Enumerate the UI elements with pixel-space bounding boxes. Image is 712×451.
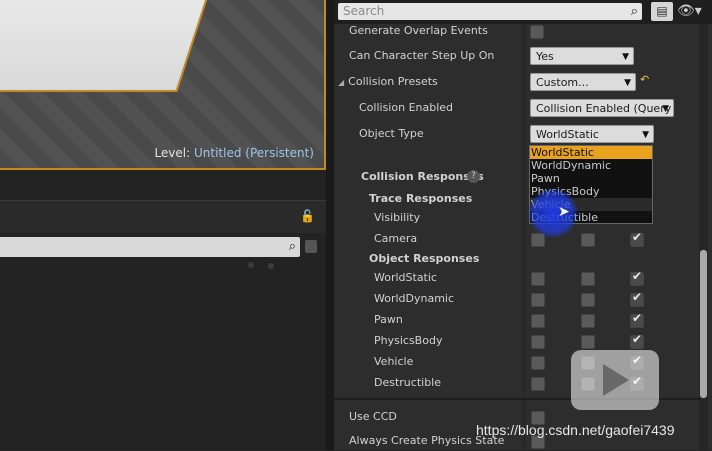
level-label: Level: [154, 146, 191, 160]
collision-presets-label: Collision Presets [348, 75, 438, 88]
physicsbody-block-checkbox[interactable] [630, 332, 644, 349]
video-play-icon [571, 350, 659, 410]
prop-pawn: Pawn [374, 313, 403, 326]
panel-tab-strip: 🔓 [0, 201, 326, 233]
camera-block-checkbox[interactable] [630, 230, 644, 247]
level-name: Untitled (Persistent) [193, 146, 314, 160]
vehicle-ignore-checkbox[interactable] [531, 356, 545, 370]
level-viewport[interactable]: Level: Untitled (Persistent) [0, 0, 326, 170]
worlddynamic-ignore-checkbox[interactable] [531, 293, 545, 307]
option-worlddynamic[interactable]: WorldDynamic [530, 159, 652, 172]
option-pawn[interactable]: Pawn [530, 172, 652, 185]
generate-overlap-checkbox[interactable] [530, 25, 544, 39]
prop-worlddynamic: WorldDynamic [374, 292, 455, 305]
play-triangle [603, 364, 629, 396]
search-placeholder: Search [343, 4, 385, 18]
lock-icon[interactable]: 🔓 [300, 209, 315, 223]
collapse-arrow-icon[interactable]: ◢ [338, 73, 344, 93]
dot-marker [268, 263, 274, 269]
object-type-value: WorldStatic [536, 128, 599, 141]
level-indicator: Level: Untitled (Persistent) [154, 146, 314, 160]
prop-worldstatic: WorldStatic [374, 271, 437, 284]
prop-can-step-up: Can Character Step Up On [349, 49, 495, 62]
option-vehicle[interactable]: Vehicle [530, 198, 652, 211]
worlddynamic-overlap-checkbox[interactable] [581, 293, 595, 307]
search-icon: ⌕ [288, 239, 296, 254]
worldstatic-block-checkbox[interactable] [630, 269, 644, 286]
prop-generate-overlap: Generate Overlap Events [349, 24, 488, 37]
object-responses-header: Object Responses [369, 252, 480, 265]
mouse-cursor-icon: ➤ [558, 204, 570, 220]
dot-marker [248, 262, 254, 268]
trace-responses-header: Trace Responses [369, 192, 473, 205]
object-type-options-list[interactable]: WorldStatic WorldDynamic Pawn PhysicsBod… [529, 145, 653, 224]
worlddynamic-block-checkbox[interactable] [630, 290, 644, 307]
prop-vehicle: Vehicle [374, 355, 414, 368]
prop-use-ccd: Use CCD [349, 410, 397, 423]
prop-destructible: Destructible [374, 376, 441, 389]
camera-overlap-checkbox[interactable] [581, 233, 595, 247]
property-matrix-icon[interactable]: ▤ [651, 2, 673, 21]
can-step-up-value: Yes [536, 50, 554, 63]
collision-enabled-value: Collision Enabled (Query [536, 102, 672, 115]
camera-ignore-checkbox[interactable] [531, 233, 545, 247]
search-icon: ⌕ [630, 4, 638, 19]
object-type-dropdown[interactable]: WorldStatic ▼ [530, 125, 654, 143]
pawn-block-checkbox[interactable] [630, 311, 644, 328]
pawn-ignore-checkbox[interactable] [531, 314, 545, 328]
worldstatic-ignore-checkbox[interactable] [531, 272, 545, 286]
chevron-down-icon: ▼ [642, 130, 649, 140]
prop-physicsbody: PhysicsBody [374, 334, 443, 347]
reset-to-default-icon[interactable]: ↶ [640, 73, 649, 86]
help-icon[interactable]: ? [467, 170, 480, 183]
save-icon[interactable] [305, 240, 317, 253]
physicsbody-ignore-checkbox[interactable] [531, 335, 545, 349]
world-outliner-search[interactable]: ⌕ [0, 237, 300, 257]
collision-responses-header: Collision Responses [361, 170, 484, 183]
physicsbody-overlap-checkbox[interactable] [581, 335, 595, 349]
chevron-down-icon: ▼ [662, 104, 669, 114]
floor-mesh [0, 0, 227, 92]
left-lower-panel: 🔓 ⌕ [0, 170, 330, 450]
destructible-ignore-checkbox[interactable] [531, 377, 545, 391]
option-physicsbody[interactable]: PhysicsBody [530, 185, 652, 198]
collision-presets-value: Custom... [536, 76, 589, 89]
pawn-overlap-checkbox[interactable] [581, 314, 595, 328]
chevron-down-icon: ▼ [622, 52, 629, 62]
option-destructible[interactable]: Destructible [530, 211, 652, 224]
watermark: https://blog.csdn.net/gaofei7439 [476, 422, 675, 438]
prop-collision-presets[interactable]: ◢ Collision Presets [338, 72, 438, 92]
chevron-down-icon: ▼ [624, 78, 631, 88]
view-options-icon[interactable]: 👁▾ [677, 2, 709, 21]
collision-presets-dropdown[interactable]: Custom... ▼ [530, 73, 636, 91]
details-search-input[interactable]: Search ⌕ [338, 3, 642, 20]
splitter[interactable] [326, 0, 334, 450]
worldstatic-overlap-checkbox[interactable] [581, 272, 595, 286]
prop-object-type: Object Type [359, 127, 424, 140]
prop-collision-enabled: Collision Enabled [359, 101, 454, 114]
prop-visibility: Visibility [374, 211, 421, 224]
can-step-up-dropdown[interactable]: Yes ▼ [530, 47, 634, 65]
scrollbar-thumb[interactable] [700, 250, 707, 398]
prop-camera: Camera [374, 232, 418, 245]
option-worldstatic[interactable]: WorldStatic [530, 146, 652, 159]
collision-enabled-dropdown[interactable]: Collision Enabled (Query ▼ [530, 99, 674, 117]
